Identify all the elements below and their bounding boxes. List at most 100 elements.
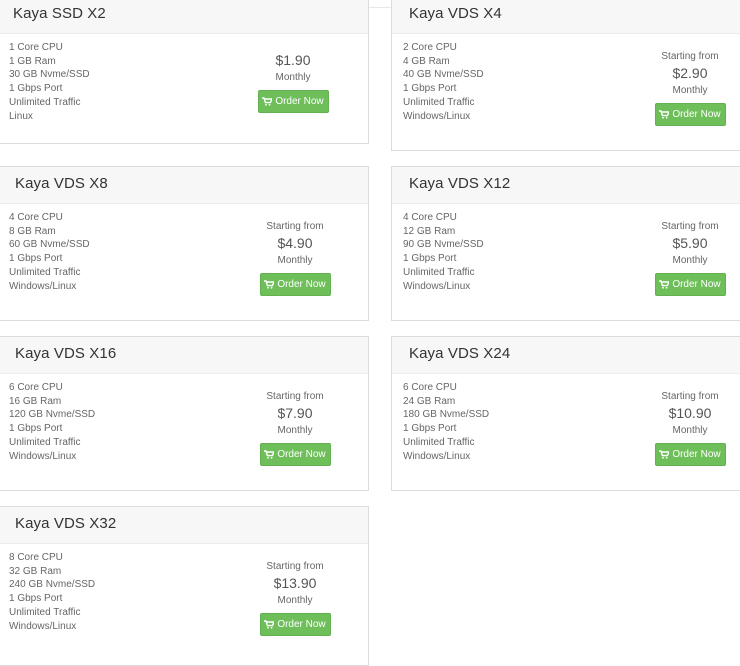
spec-storage: 30 GB Nvme/SSD: [9, 69, 90, 81]
order-now-button[interactable]: Order Now: [259, 443, 331, 466]
billing-period: Monthly: [672, 85, 708, 96]
spec-ram: 32 GB Ram: [9, 565, 62, 577]
spec-os: Windows/Linux: [9, 620, 77, 632]
spec-ram: 8 GB Ram: [9, 225, 56, 237]
starting-from-label: Starting from: [266, 221, 324, 232]
billing-period: Monthly: [672, 425, 708, 436]
plan-specs: 8 Core CPU 32 GB Ram 240 GB Nvme/SSD 1 G…: [9, 551, 95, 633]
plan-card-header: Kaya VDS X8: [0, 167, 368, 204]
shopping-cart-icon: [264, 620, 275, 629]
plan-specs: 4 Core CPU 8 GB Ram 60 GB Nvme/SSD 1 Gbp…: [9, 211, 90, 293]
spec-port: 1 Gbps Port: [9, 83, 63, 95]
order-now-label: Order Now: [277, 449, 326, 460]
plan-title: Kaya VDS X8: [15, 175, 108, 192]
spec-storage: 120 GB Nvme/SSD: [9, 409, 96, 421]
spec-port: 1 Gbps Port: [403, 253, 457, 265]
billing-period: Monthly: [275, 72, 311, 83]
plan-price: $13.90: [273, 575, 317, 591]
spec-storage: 40 GB Nvme/SSD: [403, 69, 484, 81]
plan-card-kaya-vds-x16: Kaya VDS X16 6 Core CPU 16 GB Ram 120 GB…: [0, 336, 369, 491]
starting-from-label: Starting from: [266, 561, 324, 572]
spec-traffic: Unlimited Traffic: [9, 96, 81, 108]
order-now-label: Order Now: [672, 109, 721, 120]
order-now-label: Order Now: [672, 449, 721, 460]
spec-traffic: Unlimited Traffic: [403, 96, 475, 108]
plan-card-kaya-vds-x12: Kaya VDS X12 4 Core CPU 12 GB Ram 90 GB …: [391, 166, 740, 321]
plan-card-kaya-vds-x8: Kaya VDS X8 4 Core CPU 8 GB Ram 60 GB Nv…: [0, 166, 369, 321]
plan-price: $1.90: [275, 52, 311, 68]
plan-card-header: Kaya VDS X4: [392, 0, 740, 34]
plan-price: $4.90: [277, 235, 313, 251]
shopping-cart-icon: [264, 280, 275, 289]
billing-period: Monthly: [277, 255, 313, 266]
plan-card-kaya-vds-x32: Kaya VDS X32 8 Core CPU 32 GB Ram 240 GB…: [0, 506, 369, 666]
plan-card-header: Kaya VDS X24: [392, 337, 740, 374]
price-box: Starting from $13.90 Monthly Order Now: [235, 559, 355, 636]
spec-storage: 60 GB Nvme/SSD: [9, 239, 90, 251]
plan-specs: 1 Core CPU 1 GB Ram 30 GB Nvme/SSD 1 Gbp…: [9, 41, 90, 123]
plan-card-kaya-ssd-x2: Kaya SSD X2 1 Core CPU 1 GB Ram 30 GB Nv…: [0, 0, 369, 144]
spec-port: 1 Gbps Port: [9, 593, 63, 605]
shopping-cart-icon: [659, 280, 670, 289]
order-now-label: Order Now: [277, 619, 326, 630]
billing-period: Monthly: [277, 595, 313, 606]
spec-port: 1 Gbps Port: [9, 423, 63, 435]
plan-card-header: Kaya SSD X2: [0, 0, 368, 34]
order-now-button[interactable]: Order Now: [654, 443, 726, 466]
spec-cpu: 1 Core CPU: [9, 42, 63, 53]
spec-os: Windows/Linux: [403, 450, 471, 462]
spec-os: Windows/Linux: [9, 280, 77, 292]
spec-storage: 180 GB Nvme/SSD: [403, 409, 490, 421]
billing-period: Monthly: [277, 425, 313, 436]
starting-from-label: Starting from: [266, 391, 324, 402]
spec-traffic: Unlimited Traffic: [9, 436, 81, 448]
plan-specs: 2 Core CPU 4 GB Ram 40 GB Nvme/SSD 1 Gbp…: [403, 41, 484, 123]
spec-ram: 1 GB Ram: [9, 55, 56, 67]
price-box: Starting from $2.90 Monthly Order Now: [630, 49, 740, 126]
plan-price: $7.90: [277, 405, 313, 421]
order-now-label: Order Now: [277, 279, 326, 290]
order-now-label: Order Now: [275, 96, 324, 107]
starting-from-label: Starting from: [661, 221, 719, 232]
plan-specs: 4 Core CPU 12 GB Ram 90 GB Nvme/SSD 1 Gb…: [403, 211, 484, 293]
spec-port: 1 Gbps Port: [403, 423, 457, 435]
shopping-cart-icon: [264, 450, 275, 459]
spec-cpu: 6 Core CPU: [9, 382, 63, 393]
spec-os: Windows/Linux: [403, 280, 471, 292]
plan-card-kaya-vds-x24: Kaya VDS X24 6 Core CPU 24 GB Ram 180 GB…: [391, 336, 740, 491]
spec-cpu: 2 Core CPU: [403, 42, 457, 53]
starting-from-label: Starting from: [661, 391, 719, 402]
plan-card-header: Kaya VDS X32: [0, 507, 368, 544]
billing-period: Monthly: [672, 255, 708, 266]
price-box: Starting from $4.90 Monthly Order Now: [235, 219, 355, 296]
order-now-button[interactable]: Order Now: [259, 613, 331, 636]
spec-traffic: Unlimited Traffic: [9, 606, 81, 618]
spec-os: Windows/Linux: [9, 450, 77, 462]
spec-cpu: 4 Core CPU: [403, 212, 457, 223]
spec-ram: 24 GB Ram: [403, 395, 456, 407]
plan-price: $10.90: [668, 405, 712, 421]
shopping-cart-icon: [659, 450, 670, 459]
spec-cpu: 8 Core CPU: [9, 552, 63, 563]
spec-port: 1 Gbps Port: [403, 83, 457, 95]
spec-ram: 4 GB Ram: [403, 55, 450, 67]
order-now-button[interactable]: Order Now: [654, 273, 726, 296]
order-now-button[interactable]: Order Now: [654, 103, 726, 126]
plan-title: Kaya VDS X24: [409, 345, 511, 362]
spec-storage: 90 GB Nvme/SSD: [403, 239, 484, 251]
spec-port: 1 Gbps Port: [9, 253, 63, 265]
order-now-button[interactable]: Order Now: [257, 90, 329, 113]
spec-os: Linux: [9, 110, 33, 122]
price-box: Starting from $10.90 Monthly Order Now: [630, 389, 740, 466]
price-box: Starting from $7.90 Monthly Order Now: [235, 389, 355, 466]
plan-specs: 6 Core CPU 24 GB Ram 180 GB Nvme/SSD 1 G…: [403, 381, 489, 463]
order-now-button[interactable]: Order Now: [259, 273, 331, 296]
price-box: Starting from $5.90 Monthly Order Now: [630, 219, 740, 296]
order-now-label: Order Now: [672, 279, 721, 290]
plan-card-header: Kaya VDS X16: [0, 337, 368, 374]
plan-title: Kaya VDS X16: [15, 345, 117, 362]
spec-traffic: Unlimited Traffic: [403, 266, 475, 278]
spec-cpu: 6 Core CPU: [403, 382, 457, 393]
price-box: $1.90 Monthly Order Now: [233, 51, 353, 113]
spec-ram: 16 GB Ram: [9, 395, 62, 407]
